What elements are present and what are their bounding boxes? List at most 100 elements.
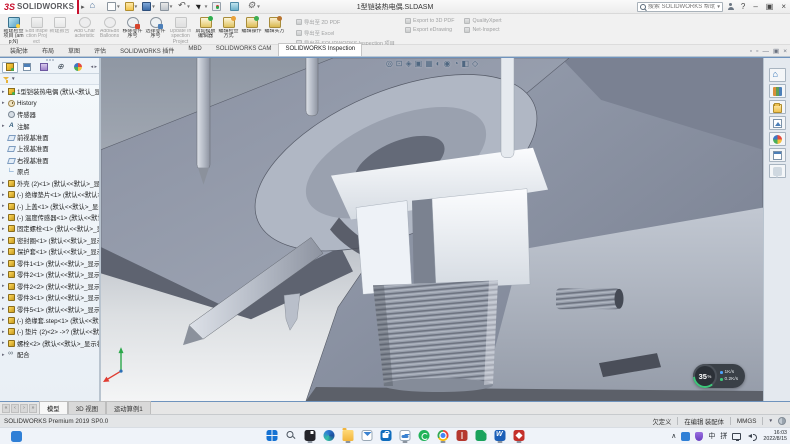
tree-item[interactable]: 1型铠装热电偶 (默认<默认_显示状态-1	[0, 86, 99, 97]
command-tab[interactable]: MBD	[181, 43, 208, 56]
taskbar-icon[interactable]	[304, 430, 316, 443]
task-pane-tab[interactable]	[769, 148, 786, 162]
units-caret[interactable]: ▾	[769, 418, 772, 424]
heads-up-tool[interactable]: ▣	[415, 59, 423, 68]
task-pane-tab[interactable]	[769, 164, 786, 178]
doc-window-control[interactable]: ▣	[773, 47, 779, 55]
ribbon-button[interactable]: 编辑实方	[263, 15, 286, 34]
quick-access-button[interactable]: ▾	[229, 1, 244, 13]
tree-item[interactable]: 固定螺栓<1> (默认<<默认>_显示	[0, 223, 99, 234]
chevron-down-icon[interactable]: ▾	[117, 4, 120, 10]
ribbon-button[interactable]: 选择零件序号	[144, 15, 167, 40]
task-pane-tab[interactable]	[769, 100, 786, 114]
taskbar-icon[interactable]	[513, 430, 525, 443]
quick-access-button[interactable]: ▾	[211, 1, 226, 13]
manager-tab[interactable]	[70, 62, 86, 73]
export-button[interactable]: Export to 3D PDF	[405, 18, 455, 24]
tree-item[interactable]: (-) 垫片 (2)<2> ->? (默认<<默认>	[0, 326, 99, 337]
tree-item[interactable]: 传感器	[0, 109, 99, 120]
ribbon-button[interactable]: Add Characteristic	[73, 15, 96, 40]
task-pane-tab[interactable]	[769, 84, 786, 98]
net-speed-overlay[interactable]: 35% 1K/s 0.2K/s	[693, 364, 745, 388]
tree-filter[interactable]: ▾	[0, 74, 99, 85]
tab-scroll-arrows[interactable]: ◂ ▸	[91, 64, 97, 70]
manager-tab[interactable]	[53, 62, 69, 73]
tree-item[interactable]: 零件1<1> (默认<<默认>_显示状态	[0, 258, 99, 269]
taskbar-icon[interactable]	[475, 430, 487, 443]
manager-tab[interactable]	[2, 62, 18, 73]
export-button[interactable]: 导出至 2D PDF	[296, 18, 395, 26]
ime-language-button[interactable]: 中	[708, 431, 715, 441]
tab-scroll-button[interactable]: ‹	[11, 404, 19, 413]
command-tab[interactable]: 评估	[87, 43, 113, 56]
search-input[interactable]	[648, 4, 715, 10]
taskbar-icon[interactable]	[266, 430, 278, 443]
task-pane-tab[interactable]	[769, 132, 786, 146]
command-tab[interactable]: SOLIDWORKS 插件	[113, 43, 181, 56]
ribbon-button[interactable]: 启动模板编辑器	[194, 15, 217, 40]
chevron-down-icon[interactable]: ▾	[170, 4, 173, 10]
heads-up-tool[interactable]: ⊡	[396, 59, 403, 68]
taskbar-clock[interactable]: 16:03 2022/8/15	[763, 430, 787, 443]
menu-expand-arrow[interactable]: ▸	[81, 3, 85, 11]
quick-access-button[interactable]: ▾	[159, 1, 174, 13]
document-tab[interactable]: 运动算例1	[106, 401, 151, 414]
export-button[interactable]: 导出至 Excel	[296, 29, 395, 37]
doc-window-control[interactable]: ▫	[750, 48, 752, 55]
tab-scroll-button[interactable]: »	[29, 404, 37, 413]
close-button[interactable]: ×	[779, 0, 788, 14]
tree-item[interactable]: 注解	[0, 120, 99, 131]
tree-item[interactable]: 零件2<2> (默认<<默认>_显示状	[0, 280, 99, 291]
doc-window-control[interactable]: ×	[783, 48, 787, 55]
task-pane-tab[interactable]	[769, 116, 786, 130]
export-button[interactable]: Export eDrawing	[405, 27, 455, 33]
heads-up-tool[interactable]: ◐	[436, 59, 441, 68]
tree-item[interactable]: 配合	[0, 349, 99, 360]
manager-tab[interactable]	[36, 62, 52, 73]
tree-item[interactable]: 零件2<1> (默认<<默认>_显示状	[0, 269, 99, 280]
heads-up-tool[interactable]: ◔	[454, 59, 459, 68]
ribbon-button[interactable]: 编辑操作	[240, 15, 263, 34]
help-search-box[interactable]: ▾	[637, 2, 723, 12]
taskbar-icon[interactable]	[380, 430, 392, 443]
tree-item[interactable]: 密封圈<1> (默认<<默认>_显示状	[0, 235, 99, 246]
ribbon-button[interactable]: 新建检查项目 (amp;N)	[2, 15, 25, 45]
tree-item[interactable]: 右视基准面	[0, 155, 99, 166]
heads-up-tool[interactable]: ◧	[461, 59, 469, 68]
tree-item[interactable]: 外壳 (2)<1> (默认<<默认>_显示状	[0, 178, 99, 189]
quick-access-button[interactable]: ▾	[194, 1, 209, 13]
filter-caret[interactable]: ▾	[12, 76, 15, 82]
ribbon-button[interactable]: Update Inspection Project	[169, 15, 192, 45]
status-options-icon[interactable]	[778, 417, 786, 425]
command-tab[interactable]: SOLIDWORKS Inspection	[278, 43, 362, 56]
heads-up-tool[interactable]: ◇	[472, 59, 478, 68]
task-pane-tab[interactable]	[769, 68, 786, 82]
security-shield-icon[interactable]	[695, 432, 703, 441]
export-button[interactable]: QualityXpert	[464, 18, 501, 24]
minimize-button[interactable]: –	[751, 0, 759, 14]
command-tab[interactable]: SOLIDWORKS CAM	[209, 43, 279, 56]
graphics-viewport[interactable]: ◎⊡◈▣▦◐◉◔◧◇ 35% 1K/s 0.2K/s	[101, 58, 763, 401]
tree-item[interactable]: 螺栓<2> (默认<<默认>_显示状态	[0, 338, 99, 349]
tree-item[interactable]: 前视基准面	[0, 132, 99, 143]
heads-up-tool[interactable]: ▦	[425, 59, 433, 68]
heads-up-tool[interactable]: ◉	[444, 59, 451, 68]
taskbar-icon[interactable]	[361, 430, 373, 443]
tree-item[interactable]: (-) 温度传感器<1> (默认<<默认>_	[0, 212, 99, 223]
tree-item[interactable]: (-) 绝缘垫片<1> (默认<<默认>_显	[0, 189, 99, 200]
search-options-caret[interactable]: ▾	[717, 4, 720, 10]
volume-icon[interactable]	[746, 432, 755, 441]
tray-expand-icon[interactable]: ∧	[671, 432, 676, 440]
onedrive-icon[interactable]	[681, 432, 690, 441]
command-tab[interactable]: 布局	[35, 43, 61, 56]
document-tab[interactable]: 3D 视图	[68, 401, 106, 414]
tab-scroll-button[interactable]: «	[2, 404, 10, 413]
chevron-down-icon[interactable]: ▾	[187, 4, 190, 10]
doc-window-control[interactable]: —	[763, 48, 770, 55]
ime-mode-button[interactable]: 拼	[720, 431, 727, 441]
taskbar-icon[interactable]	[342, 430, 354, 443]
chevron-down-icon[interactable]: ▾	[135, 4, 138, 10]
tab-scroll-button[interactable]: ›	[20, 404, 28, 413]
tree-item[interactable]: 原点	[0, 166, 99, 177]
ribbon-button[interactable]: Edit Inspection Project	[25, 15, 48, 45]
